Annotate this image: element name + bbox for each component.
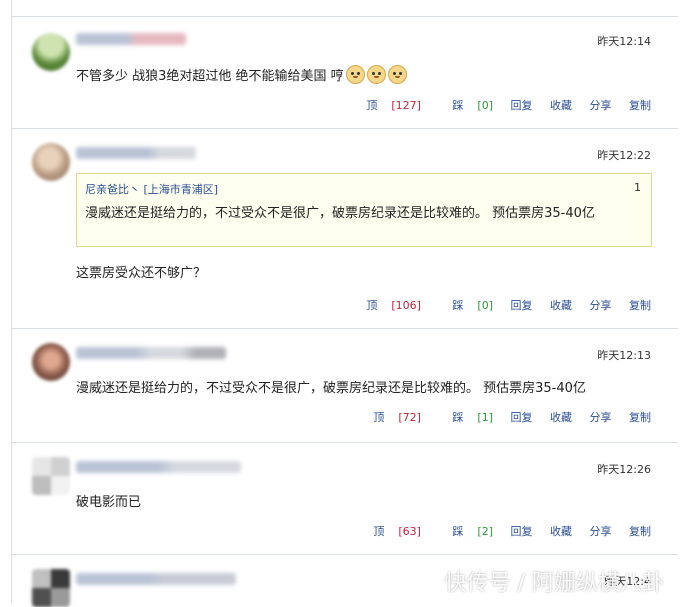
avatar[interactable]: [32, 569, 70, 607]
quote-text: 漫威迷还是挺给力的，不过受众不是很广，破票房纪录还是比较难的。 预估票房35-4…: [85, 206, 595, 221]
comment-time: 昨天12:22: [597, 149, 651, 162]
smile-emoji-icon: [345, 65, 365, 84]
reply-button[interactable]: 回复: [511, 299, 533, 312]
comment-text: 不管多少 战狼3绝对超过他 绝不能输给美国 哼: [76, 65, 407, 84]
upvote-button[interactable]: 顶 [72]: [359, 411, 421, 424]
avatar[interactable]: [32, 343, 70, 381]
copy-button[interactable]: 复制: [629, 299, 651, 312]
quoted-comment: 尼亲爸比丶 [上海市青浦区] 1 漫威迷还是挺给力的，不过受众不是很广，破票房纪…: [76, 173, 652, 247]
share-button[interactable]: 分享: [590, 525, 612, 538]
favorite-button[interactable]: 收藏: [550, 99, 572, 112]
avatar[interactable]: [32, 33, 70, 71]
comment-actions: 顶 [63] 踩 [2] 回复 收藏 分享 复制: [345, 523, 651, 539]
downvote-button[interactable]: 踩 [2]: [438, 525, 493, 538]
username-blurred[interactable]: [76, 573, 236, 585]
avatar[interactable]: [32, 457, 70, 495]
upvote-button[interactable]: 顶 [106]: [352, 299, 421, 312]
username-blurred[interactable]: [76, 347, 226, 359]
copy-button[interactable]: 复制: [629, 411, 651, 424]
avatar[interactable]: [32, 143, 70, 181]
comment-text: 漫威迷还是挺给力的，不过受众不是很广，破票房纪录还是比较难的。 预估票房35-4…: [76, 381, 586, 396]
quote-username[interactable]: 尼亲爸比丶: [85, 183, 140, 196]
username-blurred[interactable]: [76, 33, 186, 45]
comment-text: 这票房受众还不够广？: [76, 266, 207, 281]
favorite-button[interactable]: 收藏: [550, 525, 572, 538]
quote-header: 尼亲爸比丶 [上海市青浦区]: [85, 181, 218, 197]
reply-button[interactable]: 回复: [511, 411, 533, 424]
comment-time: 昨天12:26: [597, 463, 651, 476]
username-blurred[interactable]: [76, 147, 196, 159]
comment-actions: 顶 [106] 踩 [0] 回复 收藏 分享 复制: [338, 297, 651, 313]
downvote-button[interactable]: 踩 [0]: [438, 99, 493, 112]
copy-button[interactable]: 复制: [629, 525, 651, 538]
comment-item: 昨天12:13 漫威迷还是挺给力的，不过受众不是很广，破票房纪录还是比较难的。 …: [12, 328, 678, 441]
comment-item: 昨天12:26 破电影而已 顶 [63] 踩 [2] 回复 收藏 分享 复制: [12, 442, 678, 553]
downvote-button[interactable]: 踩 [0]: [438, 299, 493, 312]
share-button[interactable]: 分享: [590, 299, 612, 312]
share-button[interactable]: 分享: [590, 99, 612, 112]
share-button[interactable]: 分享: [590, 411, 612, 424]
quote-floor-number: 1: [634, 181, 641, 194]
comment-actions: 顶 [127] 踩 [0] 回复 收藏 分享 复制: [338, 97, 651, 113]
upvote-button[interactable]: 顶 [127]: [352, 99, 421, 112]
comment-item: 昨天12:14 不管多少 战狼3绝对超过他 绝不能输给美国 哼 顶 [127] 踩…: [12, 16, 678, 127]
reply-button[interactable]: 回复: [511, 525, 533, 538]
comment-text: 破电影而已: [76, 495, 142, 510]
comment-actions: 顶 [72] 踩 [1] 回复 收藏 分享 复制: [345, 409, 651, 425]
comment-time: 昨天12:14: [597, 35, 651, 48]
favorite-button[interactable]: 收藏: [550, 411, 572, 424]
username-blurred[interactable]: [76, 461, 241, 473]
reply-button[interactable]: 回复: [511, 99, 533, 112]
quote-location: [上海市青浦区]: [143, 183, 219, 196]
comment-item: 昨天12:22 尼亲爸比丶 [上海市青浦区] 1 漫威迷还是挺给力的，不过受众不…: [12, 128, 678, 327]
smile-emoji-icon: [387, 65, 407, 84]
copy-button[interactable]: 复制: [629, 99, 651, 112]
smile-emoji-icon: [366, 65, 386, 84]
watermark: 快传号 / 阿姗纵横八卦: [444, 571, 664, 596]
downvote-button[interactable]: 踩 [1]: [438, 411, 493, 424]
favorite-button[interactable]: 收藏: [550, 299, 572, 312]
upvote-button[interactable]: 顶 [63]: [359, 525, 421, 538]
comment-time: 昨天12:13: [597, 349, 651, 362]
